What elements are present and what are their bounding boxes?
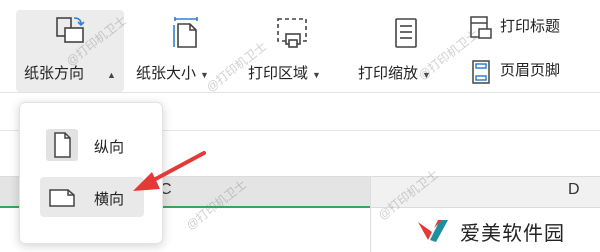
paper-size-label: 纸张大小 bbox=[136, 65, 197, 82]
print-scale-icon bbox=[389, 16, 423, 55]
header-footer-label: 页眉页脚 bbox=[500, 62, 561, 79]
brand-name: 爱美软件园 bbox=[460, 223, 565, 245]
print-area-button[interactable]: 打印区域 ▼ bbox=[244, 10, 344, 92]
portrait-page-icon bbox=[46, 129, 78, 161]
menu-item-portrait[interactable]: 纵向 bbox=[40, 125, 144, 165]
print-titles-icon bbox=[468, 15, 494, 46]
column-divider bbox=[370, 176, 371, 252]
site-brand-badge: 爱美软件园 bbox=[398, 208, 600, 252]
page-layout-ribbon: 纸张方向 ▲ 纸张大小 ▼ 打印区域 ▼ 打印缩放 ▼ 打印标题 页眉页脚 bbox=[0, 0, 600, 92]
paper-size-button[interactable]: 纸张大小 ▼ bbox=[132, 10, 242, 92]
header-footer-button[interactable]: 页眉页脚 bbox=[466, 56, 586, 88]
chevron-up-icon: ▲ bbox=[107, 70, 116, 80]
print-titles-button[interactable]: 打印标题 bbox=[466, 12, 586, 44]
print-scale-label: 打印缩放 bbox=[358, 65, 419, 82]
chevron-down-icon: ▼ bbox=[200, 70, 209, 80]
paper-orientation-button[interactable]: 纸张方向 ▲ bbox=[16, 10, 124, 92]
print-area-icon bbox=[275, 16, 309, 55]
print-area-label: 打印区域 bbox=[248, 65, 309, 82]
orientation-rotate-icon bbox=[54, 14, 88, 53]
menu-item-portrait-label: 纵向 bbox=[94, 139, 125, 156]
chevron-down-icon: ▼ bbox=[312, 70, 321, 80]
orientation-dropdown-menu: 纵向 横向 bbox=[19, 102, 163, 244]
menu-item-landscape-label: 横向 bbox=[94, 191, 125, 208]
chevron-down-icon: ▼ bbox=[422, 70, 431, 80]
landscape-page-icon bbox=[46, 181, 78, 213]
header-footer-icon bbox=[468, 59, 494, 90]
paper-size-icon bbox=[170, 16, 204, 55]
menu-item-landscape[interactable]: 横向 bbox=[40, 177, 144, 217]
paper-orientation-label: 纸张方向 bbox=[24, 65, 85, 82]
brand-logo-icon bbox=[416, 216, 450, 249]
column-header-d[interactable]: D bbox=[568, 181, 580, 199]
print-titles-label: 打印标题 bbox=[500, 18, 561, 35]
print-scale-button[interactable]: 打印缩放 ▼ bbox=[356, 10, 456, 92]
